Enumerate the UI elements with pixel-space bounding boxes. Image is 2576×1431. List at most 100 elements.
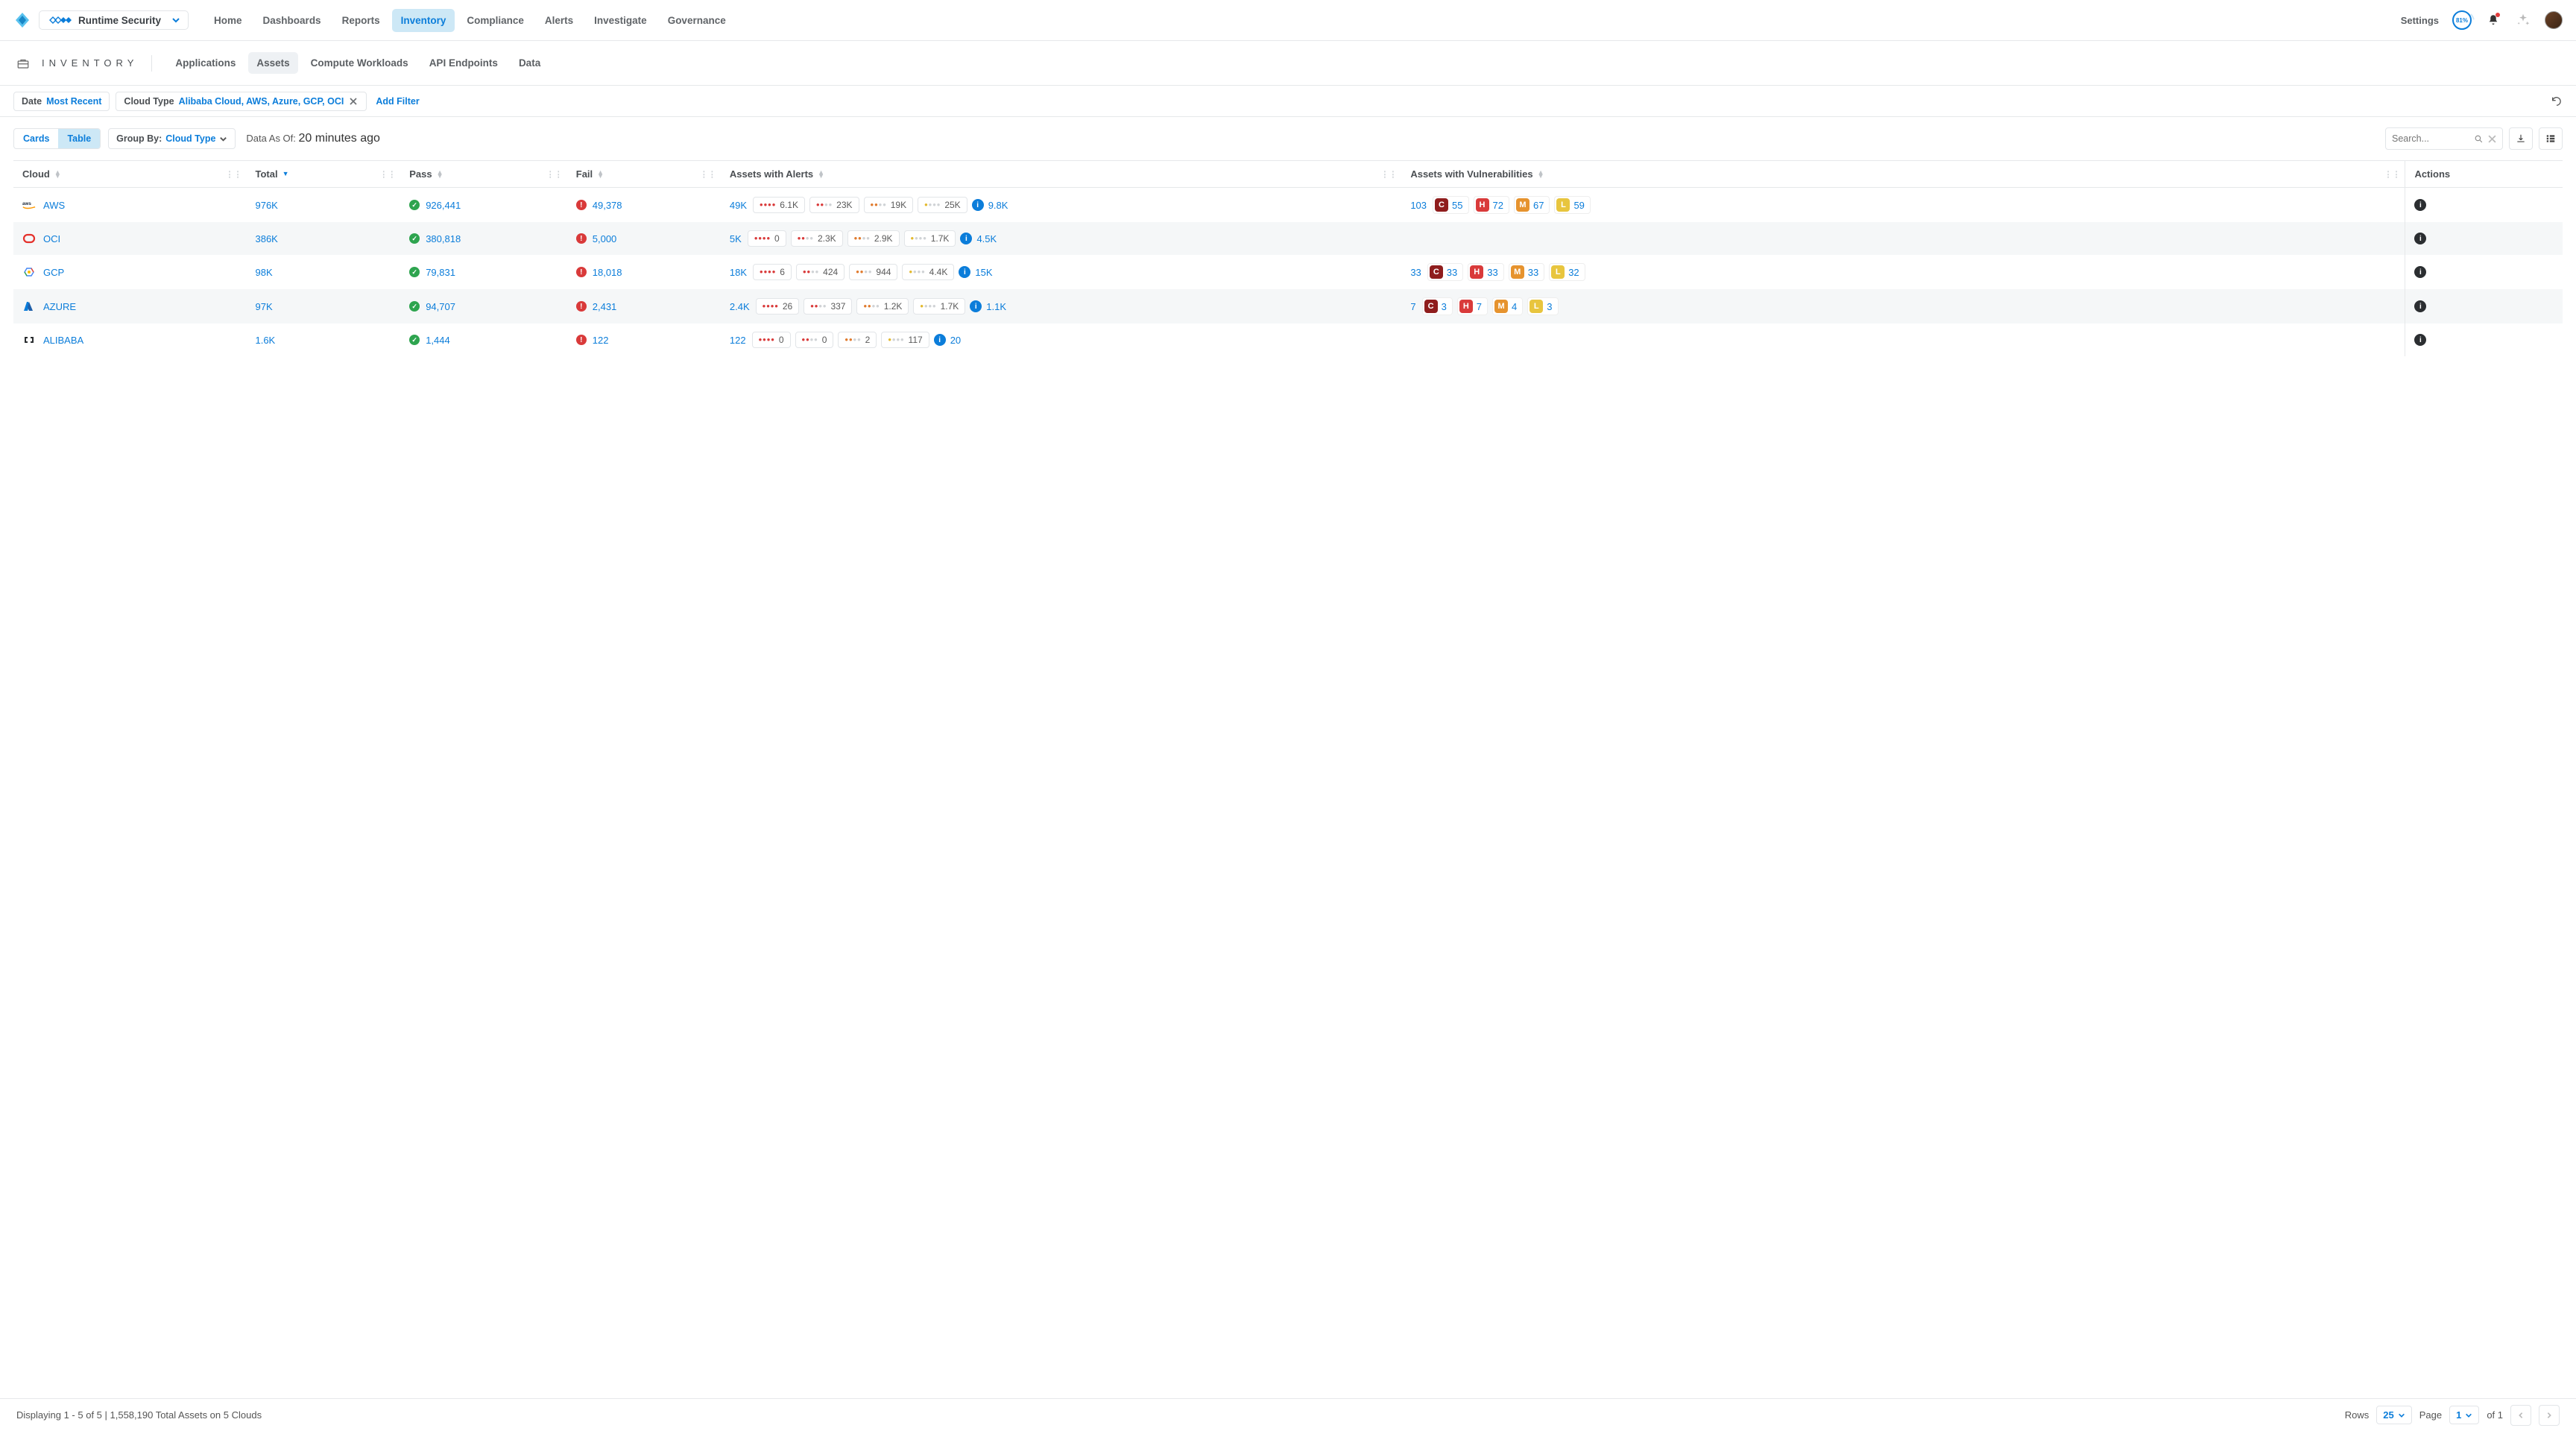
sev-high-pill[interactable]: H7 [1457,297,1488,315]
filter-chip-cloud-type[interactable]: Cloud Type Alibaba Cloud, AWS, Azure, GC… [116,92,367,111]
drag-handle-icon[interactable]: ⋮⋮ [225,169,242,179]
user-avatar[interactable] [2545,11,2563,29]
score-gauge[interactable]: 81% [2452,10,2472,30]
nav-investigate[interactable]: Investigate [585,9,656,32]
alerts-total-link[interactable]: 2.4K [730,301,750,312]
nav-reports[interactable]: Reports [333,9,389,32]
alert-pill-low[interactable]: ••••4.4K [902,264,954,280]
sev-critical-pill[interactable]: C55 [1433,196,1468,214]
search-box[interactable] [2385,127,2503,150]
fail-link[interactable]: 5,000 [593,233,617,244]
search-input[interactable] [2392,131,2471,146]
row-info-button[interactable]: i [2414,199,2426,211]
alert-pill-medium[interactable]: ••••944 [849,264,897,280]
th-alerts[interactable]: Assets with Alerts▲▼⋮⋮ [721,160,1401,188]
vulns-total-link[interactable]: 103 [1410,200,1427,211]
subnav-applications[interactable]: Applications [167,52,244,74]
alert-pill-info[interactable]: i4.5K [960,233,997,244]
fail-link[interactable]: 18,018 [593,267,622,278]
cloud-link[interactable]: GCP [43,267,64,278]
alert-pill-high[interactable]: ••••0 [795,332,834,348]
drag-handle-icon[interactable]: ⋮⋮ [546,169,563,179]
alert-pill-critical[interactable]: ••••6 [753,264,792,280]
fail-link[interactable]: 49,378 [593,200,622,211]
alert-pill-info[interactable]: i9.8K [972,199,1008,211]
sev-high-pill[interactable]: H72 [1474,196,1509,214]
total-link[interactable]: 97K [255,301,272,312]
fail-link[interactable]: 122 [593,335,609,346]
alert-pill-critical[interactable]: ••••6.1K [753,197,805,213]
pass-link[interactable]: 926,441 [426,200,461,211]
sev-medium-pill[interactable]: M67 [1514,196,1550,214]
drag-handle-icon[interactable]: ⋮⋮ [1380,169,1397,179]
pass-link[interactable]: 380,818 [426,233,461,244]
columns-button[interactable] [2539,127,2563,150]
alert-pill-medium[interactable]: ••••19K [864,197,914,213]
subnav-compute-workloads[interactable]: Compute Workloads [303,52,417,74]
subnav-api-endpoints[interactable]: API Endpoints [421,52,506,74]
alert-pill-info[interactable]: i20 [934,334,961,346]
vulns-total-link[interactable]: 7 [1410,301,1415,312]
sev-low-pill[interactable]: L3 [1527,297,1558,315]
total-link[interactable]: 98K [255,267,272,278]
drag-handle-icon[interactable]: ⋮⋮ [700,169,716,179]
alert-pill-info[interactable]: i15K [959,266,992,278]
sparkle-icon[interactable] [2515,12,2531,28]
rows-per-page-select[interactable]: 25 [2376,1406,2411,1424]
view-cards[interactable]: Cards [14,129,58,148]
sev-high-pill[interactable]: H33 [1468,263,1503,281]
th-cloud[interactable]: Cloud▲▼⋮⋮ [13,160,246,188]
alert-pill-medium[interactable]: ••••1.2K [856,298,909,315]
sev-low-pill[interactable]: L59 [1554,196,1590,214]
vulns-total-link[interactable]: 33 [1410,267,1421,278]
clear-search-icon[interactable] [2488,135,2496,143]
sev-medium-pill[interactable]: M4 [1492,297,1523,315]
alert-pill-low[interactable]: ••••1.7K [913,298,965,315]
nav-home[interactable]: Home [205,9,251,32]
th-vulns[interactable]: Assets with Vulnerabilities▲▼⋮⋮ [1401,160,2405,188]
bell-icon[interactable] [2485,12,2501,28]
nav-inventory[interactable]: Inventory [392,9,455,32]
pass-link[interactable]: 79,831 [426,267,455,278]
total-link[interactable]: 976K [255,200,277,211]
cloud-link[interactable]: AZURE [43,301,76,312]
fail-link[interactable]: 2,431 [593,301,617,312]
alert-pill-low[interactable]: ••••117 [881,332,929,348]
nav-dashboards[interactable]: Dashboards [254,9,330,32]
subnav-assets[interactable]: Assets [248,52,297,74]
cloud-link[interactable]: AWS [43,200,65,211]
drag-handle-icon[interactable]: ⋮⋮ [2384,169,2400,179]
alerts-total-link[interactable]: 122 [730,335,746,346]
nav-governance[interactable]: Governance [659,9,735,32]
alert-pill-medium[interactable]: ••••2 [838,332,877,348]
total-link[interactable]: 1.6K [255,335,275,346]
alert-pill-high[interactable]: ••••2.3K [791,230,843,247]
alert-pill-low[interactable]: ••••25K [918,197,967,213]
alert-pill-high[interactable]: ••••424 [796,264,845,280]
alert-pill-critical[interactable]: ••••0 [752,332,791,348]
page-select[interactable]: 1 [2449,1406,2479,1424]
alert-pill-medium[interactable]: ••••2.9K [847,230,900,247]
view-table[interactable]: Table [58,129,100,148]
prev-page-button[interactable] [2510,1405,2531,1426]
filter-chip-date[interactable]: Date Most Recent [13,92,110,111]
alert-pill-high[interactable]: ••••337 [804,298,852,315]
download-button[interactable] [2509,127,2533,150]
alert-pill-low[interactable]: ••••1.7K [904,230,956,247]
row-info-button[interactable]: i [2414,300,2426,312]
settings-link[interactable]: Settings [2401,15,2439,26]
next-page-button[interactable] [2539,1405,2560,1426]
cloud-link[interactable]: OCI [43,233,60,244]
th-total[interactable]: Total▼⋮⋮ [246,160,400,188]
subnav-data[interactable]: Data [511,52,549,74]
sev-critical-pill[interactable]: C33 [1427,263,1463,281]
alert-pill-info[interactable]: i1.1K [970,300,1006,312]
nav-compliance[interactable]: Compliance [458,9,533,32]
alert-pill-critical[interactable]: ••••0 [748,230,786,247]
th-fail[interactable]: Fail▲▼⋮⋮ [567,160,721,188]
group-by-selector[interactable]: Group By: Cloud Type [108,128,236,149]
pass-link[interactable]: 94,707 [426,301,455,312]
sev-critical-pill[interactable]: C3 [1422,297,1453,315]
sev-medium-pill[interactable]: M33 [1509,263,1544,281]
alert-pill-high[interactable]: ••••23K [809,197,859,213]
